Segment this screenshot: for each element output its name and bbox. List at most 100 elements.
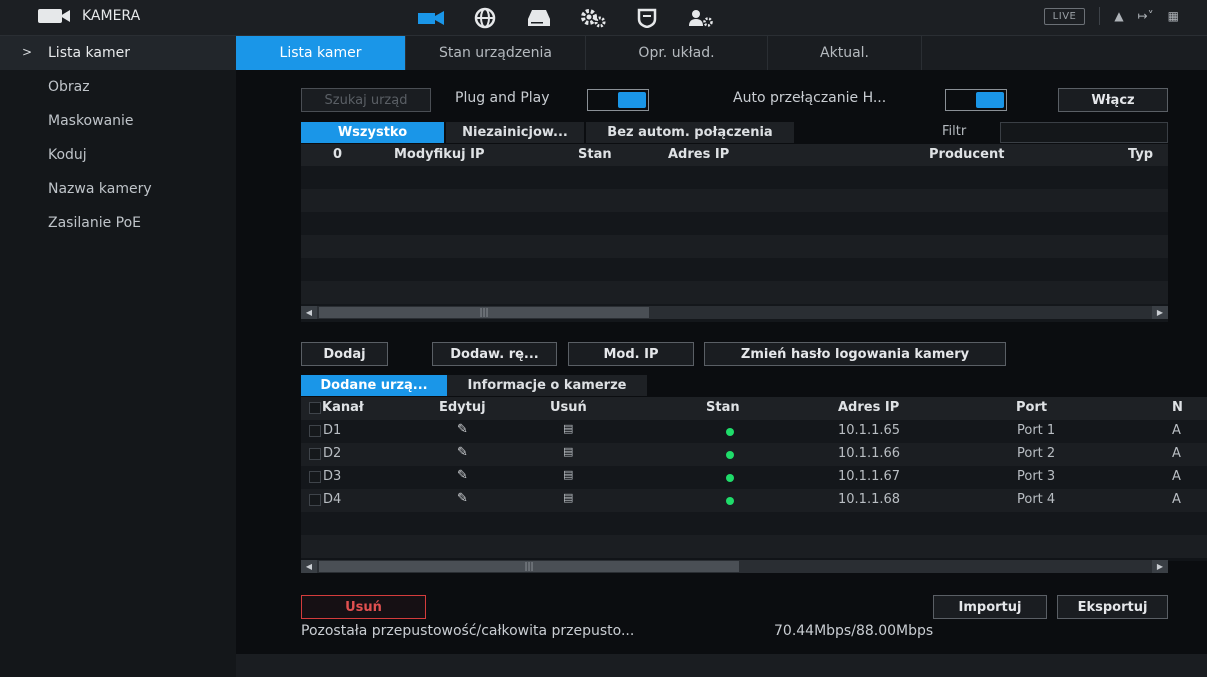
row-checkbox[interactable] bbox=[309, 471, 321, 483]
scroll-right-icon[interactable]: ▶ bbox=[1152, 306, 1168, 319]
sidebar-item-encode[interactable]: Koduj bbox=[0, 138, 236, 172]
tab-added-devices[interactable]: Dodane urzą... bbox=[301, 375, 447, 396]
column-header-status[interactable]: Stan bbox=[578, 147, 612, 162]
sidebar-item-camera-list[interactable]: > Lista kamer bbox=[0, 36, 236, 70]
account-icon[interactable] bbox=[674, 3, 728, 33]
camera-icon[interactable] bbox=[404, 3, 458, 33]
logout-icon[interactable]: ↦˅ bbox=[1138, 9, 1154, 23]
divider bbox=[1099, 7, 1101, 25]
found-table-scrollbar[interactable]: ◀ ||| ▶ bbox=[301, 306, 1168, 319]
channel-cell: D3 bbox=[323, 469, 342, 484]
sidebar-item-camera-name[interactable]: Nazwa kamery bbox=[0, 172, 236, 206]
auto-switch-toggle[interactable] bbox=[945, 89, 1007, 111]
tab-firmware[interactable]: Opr. układ. bbox=[586, 36, 768, 70]
add-button[interactable]: Dodaj bbox=[301, 342, 388, 366]
table-row[interactable]: D3 ✎ ▤ 10.1.1.67 Port 3 A bbox=[301, 466, 1207, 489]
table-row[interactable]: D1 ✎ ▤ 10.1.1.65 Port 1 A bbox=[301, 420, 1207, 443]
name-cell: A bbox=[1172, 469, 1181, 484]
column-header-manufacturer[interactable]: Producent bbox=[929, 147, 1004, 162]
name-cell: A bbox=[1172, 492, 1181, 507]
edit-pencil-icon[interactable]: ✎ bbox=[457, 468, 468, 483]
plug-and-play-label: Plug and Play bbox=[455, 90, 550, 106]
table-row[interactable]: D4 ✎ ▤ 10.1.1.68 Port 4 A bbox=[301, 489, 1207, 512]
scroll-thumb[interactable]: ||| bbox=[319, 561, 739, 572]
delete-trash-icon[interactable]: ▤ bbox=[563, 445, 573, 458]
tab-upgrade[interactable]: Aktual. bbox=[768, 36, 922, 70]
delete-trash-icon[interactable]: ▤ bbox=[563, 468, 573, 481]
sidebar-item-label: Nazwa kamery bbox=[48, 181, 152, 197]
column-header-type[interactable]: Typ bbox=[1128, 147, 1153, 162]
column-header-modify-ip[interactable]: Modyfikuj IP bbox=[394, 147, 485, 162]
select-all-checkbox[interactable] bbox=[309, 402, 321, 414]
sidebar-item-image[interactable]: Obraz bbox=[0, 70, 236, 104]
sidebar-item-masking[interactable]: Maskowanie bbox=[0, 104, 236, 138]
brand: KAMERA bbox=[38, 7, 140, 25]
user-icon[interactable]: ▲ bbox=[1114, 9, 1123, 23]
status-online-icon bbox=[726, 474, 734, 482]
grid-icon[interactable]: ▦ bbox=[1168, 9, 1179, 23]
scroll-right-icon[interactable]: ▶ bbox=[1152, 560, 1168, 573]
sidebar-item-poe[interactable]: Zasilanie PoE bbox=[0, 206, 236, 240]
edit-pencil-icon[interactable]: ✎ bbox=[457, 491, 468, 506]
channel-cell: D2 bbox=[323, 446, 342, 461]
ip-cell: 10.1.1.65 bbox=[838, 423, 901, 438]
table-row[interactable] bbox=[301, 281, 1168, 304]
filter-tab-all[interactable]: Wszystko bbox=[301, 122, 444, 143]
delete-trash-icon[interactable]: ▤ bbox=[563, 491, 573, 504]
tab-camera-list[interactable]: Lista kamer bbox=[236, 36, 406, 70]
edit-pencil-icon[interactable]: ✎ bbox=[457, 445, 468, 460]
network-icon[interactable] bbox=[458, 3, 512, 33]
live-button[interactable]: LIVE bbox=[1043, 7, 1086, 25]
storage-icon[interactable] bbox=[512, 3, 566, 33]
export-button[interactable]: Eksportuj bbox=[1057, 595, 1168, 619]
row-checkbox[interactable] bbox=[309, 494, 321, 506]
column-header-delete[interactable]: Usuń bbox=[550, 400, 587, 415]
port-cell: Port 2 bbox=[1017, 446, 1056, 461]
filter-tab-uninitialized[interactable]: Niezainicjow... bbox=[446, 122, 584, 143]
scroll-thumb[interactable]: ||| bbox=[319, 307, 649, 318]
scroll-left-icon[interactable]: ◀ bbox=[301, 560, 317, 573]
column-header-name[interactable]: N bbox=[1172, 400, 1183, 415]
delete-trash-icon[interactable]: ▤ bbox=[563, 422, 573, 435]
table-row[interactable] bbox=[301, 512, 1207, 535]
tab-device-status[interactable]: Stan urządzenia bbox=[406, 36, 586, 70]
column-header-count[interactable]: 0 bbox=[333, 147, 342, 162]
filter-input[interactable] bbox=[1000, 122, 1168, 143]
table-row[interactable] bbox=[301, 189, 1168, 212]
row-checkbox[interactable] bbox=[309, 448, 321, 460]
table-row[interactable]: D2 ✎ ▤ 10.1.1.66 Port 2 A bbox=[301, 443, 1207, 466]
sidebar-item-label: Lista kamer bbox=[48, 45, 130, 61]
column-header-status[interactable]: Stan bbox=[706, 400, 740, 415]
search-device-button[interactable]: Szukaj urząd bbox=[301, 88, 431, 112]
status-bar bbox=[236, 654, 1207, 677]
delete-button[interactable]: Usuń bbox=[301, 595, 426, 619]
column-header-channel[interactable]: Kanał bbox=[322, 400, 364, 415]
table-row[interactable] bbox=[301, 258, 1168, 281]
table-row[interactable] bbox=[301, 535, 1207, 558]
column-header-ip[interactable]: Adres IP bbox=[668, 147, 729, 162]
enable-button[interactable]: Włącz bbox=[1058, 88, 1168, 112]
system-settings-icon[interactable] bbox=[566, 3, 620, 33]
plug-and-play-toggle[interactable] bbox=[587, 89, 649, 111]
row-checkbox[interactable] bbox=[309, 425, 321, 437]
port-cell: Port 1 bbox=[1017, 423, 1056, 438]
scroll-left-icon[interactable]: ◀ bbox=[301, 306, 317, 319]
added-table-scrollbar[interactable]: ◀ ||| ▶ bbox=[301, 560, 1168, 573]
table-row[interactable] bbox=[301, 235, 1168, 258]
security-icon[interactable] bbox=[620, 3, 674, 33]
change-password-button[interactable]: Zmień hasło logowania kamery bbox=[704, 342, 1006, 366]
main-panel: Lista kamer Stan urządzenia Opr. układ. … bbox=[236, 36, 1207, 677]
edit-pencil-icon[interactable]: ✎ bbox=[457, 422, 468, 437]
table-row[interactable] bbox=[301, 166, 1168, 189]
tab-camera-info[interactable]: Informacje o kamerze bbox=[447, 375, 647, 396]
manual-add-button[interactable]: Dodaw. rę... bbox=[432, 342, 557, 366]
import-button[interactable]: Importuj bbox=[933, 595, 1047, 619]
column-header-port[interactable]: Port bbox=[1016, 400, 1047, 415]
modify-ip-button[interactable]: Mod. IP bbox=[568, 342, 694, 366]
camera-logo-icon bbox=[38, 7, 72, 25]
brand-title: KAMERA bbox=[82, 8, 141, 24]
table-row[interactable] bbox=[301, 212, 1168, 235]
filter-tab-no-auto-connect[interactable]: Bez autom. połączenia bbox=[586, 122, 794, 143]
column-header-ip[interactable]: Adres IP bbox=[838, 400, 899, 415]
column-header-edit[interactable]: Edytuj bbox=[439, 400, 486, 415]
